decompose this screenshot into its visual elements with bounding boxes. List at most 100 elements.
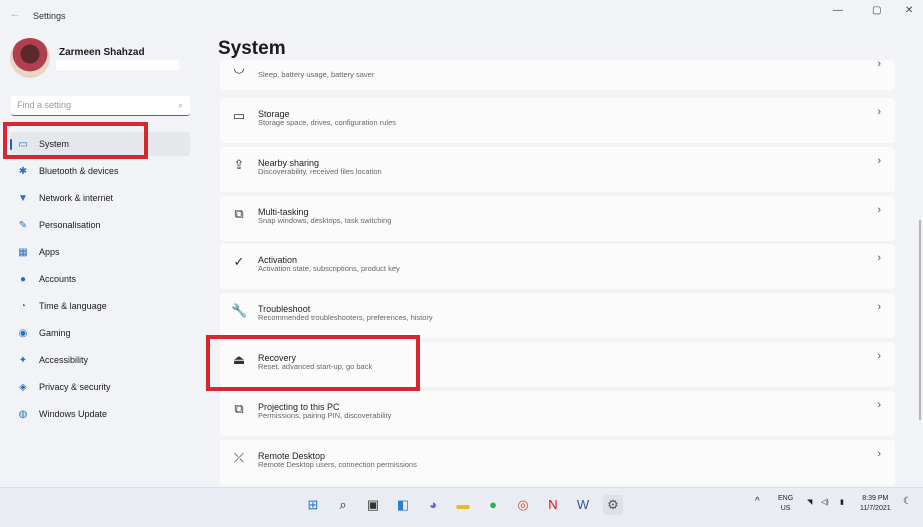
- scrollbar[interactable]: [919, 220, 921, 420]
- sidebar-icon: ●: [19, 273, 27, 285]
- card-icon: 🔧: [231, 303, 248, 319]
- chrome-taskbar-icon[interactable]: ◎: [513, 495, 533, 515]
- task-view-taskbar-icon[interactable]: ▣: [363, 495, 383, 515]
- sidebar-icon: ◈: [19, 381, 27, 393]
- chevron-right-icon: ›: [877, 252, 881, 265]
- sidebar-item-apps[interactable]: ▦ Apps: [10, 240, 190, 264]
- settings-card-activation[interactable]: ✓ Activation Activation state, subscript…: [220, 244, 895, 290]
- card-subtitle: Snap windows, desktops, task switching: [258, 215, 392, 225]
- region-code: US: [780, 505, 791, 512]
- card-subtitle: Remote Desktop users, connection permiss…: [258, 459, 417, 469]
- minimize-button[interactable]: —: [833, 5, 843, 16]
- settings-card-power[interactable]: ◡ Sleep, battery usage, battery saver ›: [220, 58, 895, 90]
- sidebar-item-label: Bluetooth & devices: [39, 166, 119, 176]
- widgets-taskbar-icon[interactable]: ◧: [393, 495, 413, 515]
- start-taskbar-icon[interactable]: ⊞: [303, 495, 323, 515]
- sidebar-item-label: Accessibility: [39, 355, 89, 365]
- sidebar-item-accessibility[interactable]: ✦ Accessibility: [10, 348, 190, 372]
- sidebar-item-label: Time & language: [39, 301, 107, 311]
- search-input[interactable]: Find a setting ⌕: [11, 96, 190, 116]
- sidebar-item-label: Apps: [39, 247, 60, 257]
- settings-card-multi-tasking[interactable]: ⧉ Multi-tasking Snap windows, desktops, …: [220, 195, 895, 241]
- clock[interactable]: 8:39 PM 11/7/2021: [860, 494, 891, 514]
- word-taskbar-icon[interactable]: W: [573, 495, 593, 515]
- sidebar-item-windows-update[interactable]: ◍ Windows Update: [10, 402, 190, 426]
- chevron-right-icon: ›: [877, 58, 881, 70]
- volume-icon[interactable]: ◁): [821, 498, 829, 508]
- sidebar-icon: ✦: [18, 354, 28, 366]
- settings-card-projecting-to-this-pc[interactable]: ⧉ Projecting to this PC Permissions, pai…: [220, 390, 895, 436]
- sidebar-icon: ✎: [18, 219, 28, 231]
- lang-code: ENG: [778, 495, 794, 502]
- sidebar-item-time-language[interactable]: ◔ Time & language: [10, 294, 190, 318]
- sidebar-item-privacy-security[interactable]: ◈ Privacy & security: [10, 375, 190, 399]
- card-subtitle: Recommended troubleshooters, preferences…: [258, 313, 433, 323]
- netflix-taskbar-icon[interactable]: N: [543, 495, 563, 515]
- maximize-button[interactable]: ▢: [872, 5, 881, 16]
- tray-overflow-icon[interactable]: ^: [755, 497, 760, 507]
- sidebar-item-label: Accounts: [39, 274, 77, 284]
- sidebar-icon: ✱: [18, 165, 28, 177]
- card-subtitle: Activation state, subscriptions, product…: [258, 264, 400, 274]
- close-button[interactable]: ✕: [905, 5, 913, 16]
- app-title: Settings: [33, 11, 66, 21]
- card-subtitle: Discoverability, received files location: [258, 166, 382, 176]
- file-explorer-taskbar-icon[interactable]: ▬: [453, 495, 473, 515]
- sidebar-item-network-internet[interactable]: ▼ Network & internet: [10, 186, 190, 210]
- sidebar-icon: ▼: [18, 192, 28, 204]
- chat-taskbar-icon[interactable]: ◕: [423, 495, 443, 515]
- sidebar-icon: ◍: [18, 408, 28, 420]
- chevron-right-icon: ›: [877, 398, 881, 411]
- time: 8:39 PM: [862, 495, 889, 502]
- card-icon: ⇪: [233, 156, 245, 172]
- search-placeholder: Find a setting: [17, 100, 72, 110]
- battery-icon[interactable]: ▮: [840, 498, 844, 508]
- sidebar-item-label: Network & internet: [39, 193, 114, 203]
- card-subtitle: Sleep, battery usage, battery saver: [258, 70, 375, 79]
- sidebar-item-label: Windows Update: [39, 409, 108, 419]
- notification-icon[interactable]: ☾: [903, 497, 912, 507]
- card-icon: ⧉: [234, 400, 244, 416]
- sidebar-item-label: Personalisation: [39, 220, 101, 230]
- page-title: System: [218, 38, 286, 59]
- sidebar-icon: ◉: [18, 327, 28, 339]
- settings-card-troubleshoot[interactable]: 🔧 Troubleshoot Recommended troubleshoote…: [220, 293, 895, 339]
- card-subtitle: Storage space, drives, configuration rul…: [258, 118, 396, 127]
- settings-taskbar-icon[interactable]: ⚙: [603, 495, 623, 515]
- chevron-right-icon: ›: [877, 350, 881, 362]
- chevron-right-icon: ›: [877, 301, 881, 314]
- highlight-box-recovery: [206, 335, 420, 391]
- sidebar-item-accounts[interactable]: ● Accounts: [10, 267, 190, 291]
- date: 11/7/2021: [860, 505, 891, 512]
- sidebar-item-gaming[interactable]: ◉ Gaming: [10, 321, 190, 345]
- language-indicator[interactable]: ENG US: [778, 494, 793, 514]
- spotify-taskbar-icon[interactable]: ●: [483, 495, 503, 515]
- back-button[interactable]: ←: [10, 9, 20, 20]
- chevron-right-icon: ›: [877, 447, 881, 460]
- card-icon: ⤫: [233, 449, 245, 465]
- highlight-box-system: [3, 122, 148, 159]
- sidebar-item-personalisation[interactable]: ✎ Personalisation: [10, 213, 190, 237]
- search-icon: ⌕: [177, 100, 183, 110]
- chevron-right-icon: ›: [877, 154, 881, 167]
- card-icon: ✓: [233, 254, 245, 270]
- sidebar-item-label: Gaming: [39, 328, 71, 338]
- chevron-right-icon: ›: [877, 203, 881, 216]
- wifi-icon[interactable]: ◥: [807, 498, 812, 508]
- taskbar: ⊞ ⌕ ▣ ◧ ◕ ▬ ● ◎ N W ⚙ ^ ENG US ◥ ◁) ▮ 8:39 PM 11/7/2…: [0, 487, 923, 527]
- sidebar-icon: ▦: [18, 246, 28, 258]
- card-subtitle: Permissions, pairing PIN, discoverabilit…: [258, 410, 392, 420]
- settings-card-remote-desktop[interactable]: ⤫ Remote Desktop Remote Desktop users, c…: [220, 439, 895, 485]
- title-bar: ← Settings — ▢ ✕: [0, 0, 923, 30]
- user-email-redacted: [56, 60, 179, 70]
- sidebar-icon: ◔: [19, 300, 27, 312]
- sidebar-item-label: Privacy & security: [39, 382, 111, 392]
- card-icon: ⧉: [234, 205, 244, 221]
- avatar[interactable]: [10, 38, 50, 78]
- sidebar-item-bluetooth-devices[interactable]: ✱ Bluetooth & devices: [10, 159, 190, 183]
- search-taskbar-icon[interactable]: ⌕: [333, 495, 353, 515]
- settings-card-nearby-sharing[interactable]: ⇪ Nearby sharing Discoverability, receiv…: [220, 146, 895, 192]
- chevron-right-icon: ›: [877, 106, 881, 118]
- settings-card-storage[interactable]: ▭ Storage Storage space, drives, configu…: [220, 98, 895, 143]
- user-name: Zarmeen Shahzad: [59, 47, 145, 58]
